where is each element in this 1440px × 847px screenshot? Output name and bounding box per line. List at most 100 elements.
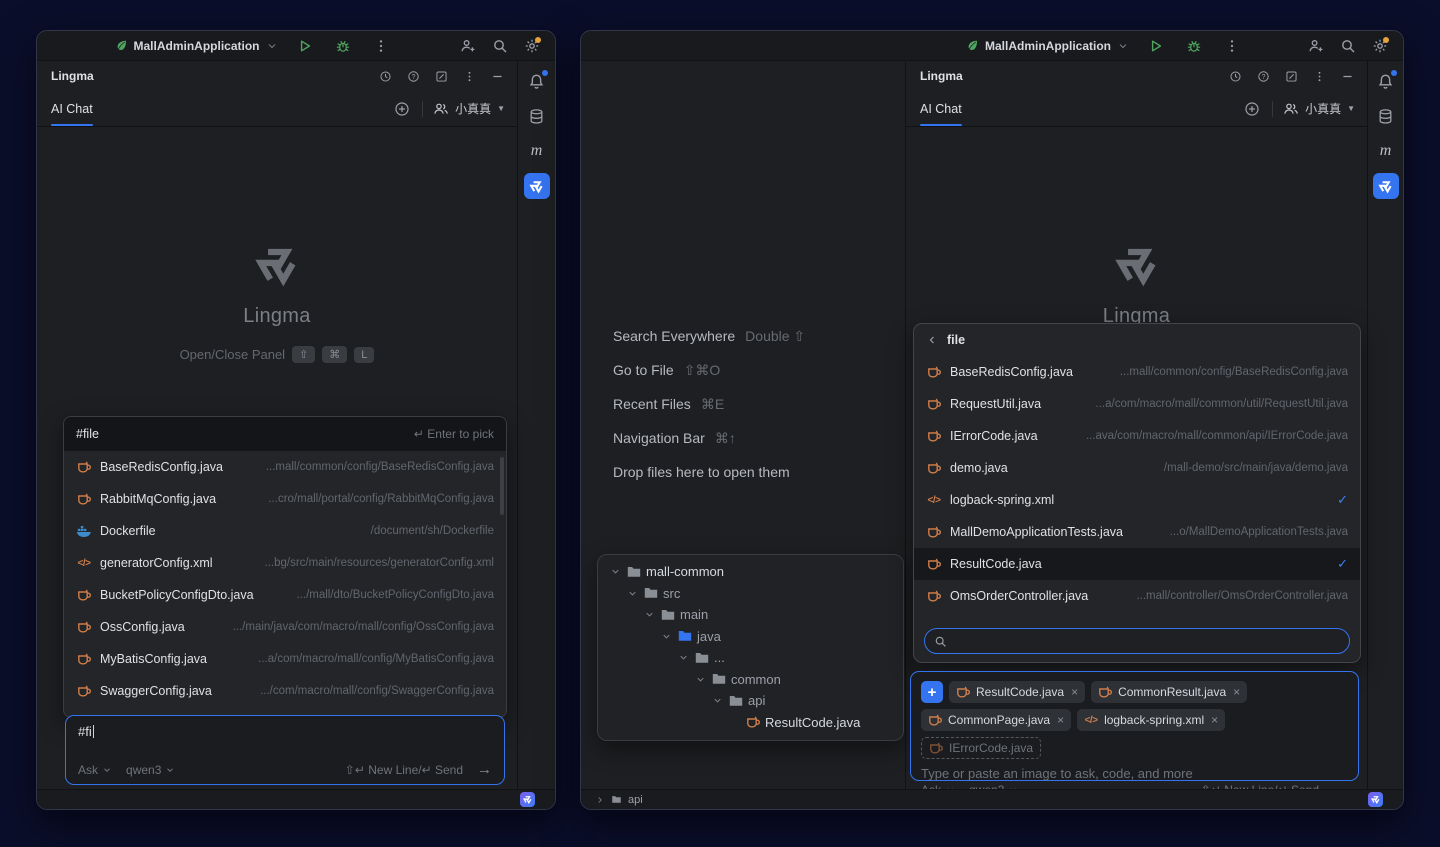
file-item[interactable]: BaseRedisConfig.java‎...mall/common/conf… <box>64 451 506 483</box>
add-user-icon[interactable] <box>1305 35 1327 57</box>
lingma-tool-icon[interactable] <box>1373 173 1399 199</box>
editor-shortcut-hint: Drop files here to open them <box>613 455 805 489</box>
history-icon[interactable] <box>375 66 395 86</box>
context-chip[interactable]: </>logback-spring.xml× <box>1077 709 1225 731</box>
tree-folder-item[interactable]: mall-common <box>606 561 895 583</box>
chat-input-box[interactable]: + ResultCode.java× CommonResult.java× Comm… <box>910 671 1359 781</box>
help-icon[interactable] <box>403 66 423 86</box>
new-chat-icon[interactable] <box>392 99 412 119</box>
file-item[interactable]: MallDemoApplicationTests.java‎...o/MallD… <box>914 516 1360 548</box>
file-item[interactable]: SwaggerConfig.java‎.../com/macro/mall/co… <box>64 675 506 707</box>
lingma-tool-icon[interactable] <box>524 173 550 199</box>
file-item[interactable]: OssConfig.java‎.../main/java/com/macro/m… <box>64 611 506 643</box>
tab-ai-chat[interactable]: AI Chat <box>51 91 93 126</box>
minimize-icon[interactable] <box>487 66 507 86</box>
file-item[interactable]: RequestUtil.java‎...a/com/macro/mall/com… <box>914 388 1360 420</box>
chat-input-value[interactable]: #fi <box>78 724 492 761</box>
help-icon[interactable] <box>1253 66 1273 86</box>
remove-chip-icon[interactable]: × <box>1071 685 1078 699</box>
chevron-down-icon[interactable] <box>644 609 655 620</box>
add-context-button[interactable]: + <box>921 681 943 703</box>
more-icon[interactable] <box>1309 66 1329 86</box>
tab-ai-chat[interactable]: AI Chat <box>920 91 962 126</box>
java-file-icon <box>926 524 942 540</box>
debug-button[interactable] <box>1183 35 1205 57</box>
chevron-down-icon[interactable] <box>661 631 672 642</box>
picker-header[interactable]: file <box>914 324 1360 356</box>
file-item[interactable]: Dockerfile‎/document/sh/Dockerfile‎ <box>64 515 506 547</box>
back-chevron-icon[interactable] <box>926 334 938 346</box>
file-item[interactable]: IErrorCode.java‎...ava/com/macro/mall/co… <box>914 420 1360 452</box>
file-item[interactable]: demo.java‎/mall-demo/src/main/java/demo.… <box>914 452 1360 484</box>
debug-button[interactable] <box>332 35 354 57</box>
more-actions-icon[interactable] <box>1221 35 1243 57</box>
file-item[interactable]: MyBatisConfig.java‎...a/com/macro/mall/c… <box>64 643 506 675</box>
model-select[interactable]: qwen3 <box>126 763 175 777</box>
database-icon[interactable] <box>524 103 550 129</box>
picker-search-input[interactable] <box>924 628 1350 654</box>
remove-chip-icon[interactable]: × <box>1233 685 1240 699</box>
lingma-status-icon[interactable] <box>520 792 535 807</box>
desktop: MallAdminApplication Lingma <box>0 0 1440 847</box>
run-button[interactable] <box>1145 35 1167 57</box>
minimize-icon[interactable] <box>1337 66 1357 86</box>
scrollbar[interactable] <box>500 457 504 515</box>
run-config-selector[interactable]: MallAdminApplication <box>115 39 278 53</box>
chat-input-box[interactable]: #fi Ask qwen3 ⇧↵ New Line/↵ Send → <box>65 715 505 785</box>
chevron-down-icon[interactable] <box>678 652 689 663</box>
user-menu[interactable]: 小真真 ▼ <box>433 100 505 117</box>
more-actions-icon[interactable] <box>370 35 392 57</box>
edit-icon[interactable] <box>431 66 451 86</box>
notifications-icon[interactable] <box>1373 68 1399 94</box>
chevron-down-icon[interactable] <box>712 695 723 706</box>
run-button[interactable] <box>294 35 316 57</box>
remove-chip-icon[interactable]: × <box>1211 713 1218 727</box>
lingma-status-icon[interactable] <box>1368 792 1383 807</box>
file-item[interactable]: BucketPolicyConfigDto.java‎.../mall/dto/… <box>64 579 506 611</box>
file-item[interactable]: </>generatorConfig.xml‎...bg/src/main/re… <box>64 547 506 579</box>
java-file-icon <box>76 619 92 635</box>
more-icon[interactable] <box>459 66 479 86</box>
new-chat-icon[interactable] <box>1242 99 1262 119</box>
lingma-logo <box>1111 239 1163 291</box>
history-icon[interactable] <box>1225 66 1245 86</box>
edit-icon[interactable] <box>1281 66 1301 86</box>
chat-input-placeholder[interactable]: Type or paste an image to ask, code, and… <box>921 766 1348 781</box>
settings-gear-icon[interactable] <box>1369 35 1391 57</box>
chevron-down-icon[interactable] <box>695 674 706 685</box>
search-icon[interactable] <box>1337 35 1359 57</box>
context-chip[interactable]: ResultCode.java× <box>949 681 1085 703</box>
tree-folder-item[interactable]: ... <box>606 647 895 669</box>
tree-folder-item[interactable]: src <box>606 583 895 605</box>
user-menu[interactable]: 小真真 ▼ <box>1283 100 1355 117</box>
breadcrumb[interactable]: api <box>595 794 643 806</box>
database-icon[interactable] <box>1373 103 1399 129</box>
context-chip[interactable]: CommonPage.java× <box>921 709 1071 731</box>
file-item[interactable]: BaseRedisConfig.java‎...mall/common/conf… <box>914 356 1360 388</box>
send-button[interactable]: → <box>477 761 492 778</box>
notifications-icon[interactable] <box>524 68 550 94</box>
tree-folder-item[interactable]: main <box>606 604 895 626</box>
context-chip[interactable]: IErrorCode.java <box>921 737 1041 759</box>
tree-folder-item[interactable]: api <box>606 690 895 712</box>
remove-chip-icon[interactable]: × <box>1057 713 1064 727</box>
maven-icon[interactable]: m <box>524 138 550 164</box>
add-user-icon[interactable] <box>457 35 479 57</box>
search-icon[interactable] <box>489 35 511 57</box>
file-query-row[interactable]: #file ↵ Enter to pick <box>64 417 506 451</box>
mode-select[interactable]: Ask <box>78 763 112 777</box>
chevron-down-icon[interactable] <box>627 588 638 599</box>
file-item[interactable]: </>logback-spring.xml‎‎✓ <box>914 484 1360 516</box>
maven-icon[interactable]: m <box>1373 138 1399 164</box>
context-chip[interactable]: CommonResult.java× <box>1091 681 1247 703</box>
settings-gear-icon[interactable] <box>521 35 543 57</box>
tree-file-item[interactable]: ResultCode.java <box>606 712 895 734</box>
tree-folder-item[interactable]: java <box>606 626 895 648</box>
run-config-selector[interactable]: MallAdminApplication <box>966 39 1129 53</box>
editor-shortcut-hint: Recent Files⌘E <box>613 387 805 421</box>
tree-folder-item[interactable]: common <box>606 669 895 691</box>
file-item[interactable]: ResultCode.java‎‎✓ <box>914 548 1360 580</box>
chevron-down-icon[interactable] <box>610 566 621 577</box>
file-item[interactable]: OmsOrderController.java‎...mall/controll… <box>914 580 1360 612</box>
file-item[interactable]: RabbitMqConfig.java‎...cro/mall/portal/c… <box>64 483 506 515</box>
